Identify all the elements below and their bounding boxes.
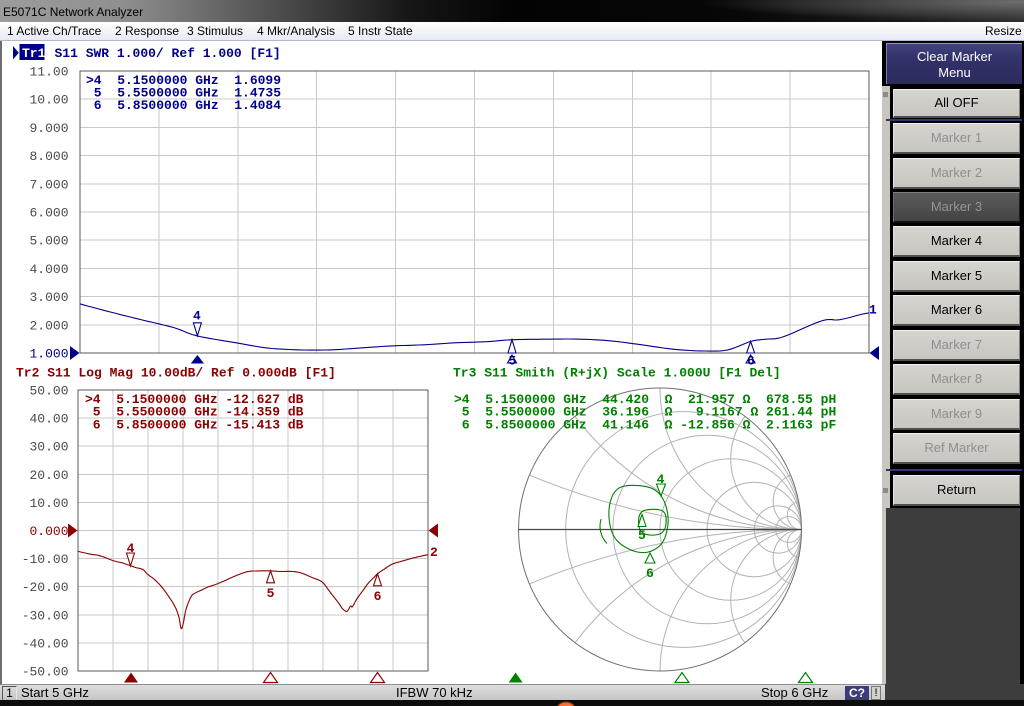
svg-text:-10.00: -10.00 [22,552,69,567]
svg-text:-20.00: -20.00 [22,580,69,595]
svg-text:30.00: 30.00 [29,440,68,455]
svg-text:2: 2 [430,545,438,560]
svg-text:6.000: 6.000 [29,206,68,221]
svg-text:4.000: 4.000 [29,262,68,277]
svg-text:6: 6 [646,566,654,581]
svg-text:20.00: 20.00 [29,468,68,483]
svg-text:5: 5 [267,586,275,601]
svg-text:-30.00: -30.00 [22,608,69,623]
svg-text:9.000: 9.000 [29,121,68,136]
svg-text:Tr3 S11 Smith (R+jX) Scale 1.0: Tr3 S11 Smith (R+jX) Scale 1.000U [F1 De… [453,366,781,381]
svg-text:2.000: 2.000 [29,318,68,333]
svg-text:6 5.8500000 GHz -15.413 dB: 6 5.8500000 GHz -15.413 dB [85,417,304,432]
svg-text:1.000: 1.000 [29,347,68,362]
svg-text:5.000: 5.000 [29,234,68,249]
svg-text:1: 1 [869,303,877,318]
svg-text:4: 4 [193,309,201,324]
svg-text:10.00: 10.00 [29,496,68,511]
svg-text:6: 6 [747,354,755,369]
svg-text:6 5.8500000 GHz 41.146 Ω -1: 6 5.8500000 GHz 41.146 Ω -12.856 Ω 2.116… [454,417,836,432]
svg-text:40.00: 40.00 [29,412,68,427]
svg-text:5: 5 [638,528,646,543]
svg-text:11.00: 11.00 [29,65,68,80]
svg-text:10.00: 10.00 [29,93,68,108]
svg-text:Tr2 S11 Log Mag 10.00dB/ Ref 0: Tr2 S11 Log Mag 10.00dB/ Ref 0.000dB [F1… [16,366,336,381]
svg-text:0.000: 0.000 [29,524,68,539]
svg-text:5: 5 [509,354,517,369]
svg-text:-50.00: -50.00 [22,665,69,680]
svg-text:S11 SWR 1.000/ Ref 1.000 [F1]: S11 SWR 1.000/ Ref 1.000 [F1] [55,46,281,61]
svg-text:8.000: 8.000 [29,149,68,164]
svg-text:6 5.8500000 GHz 1.4084: 6 5.8500000 GHz 1.4084 [86,98,281,113]
svg-text:Tr1: Tr1 [22,46,46,61]
svg-text:3.000: 3.000 [29,290,68,305]
svg-text:-40.00: -40.00 [22,636,69,651]
svg-text:50.00: 50.00 [29,384,68,399]
svg-text:7.000: 7.000 [29,177,68,192]
svg-text:6: 6 [374,589,382,604]
